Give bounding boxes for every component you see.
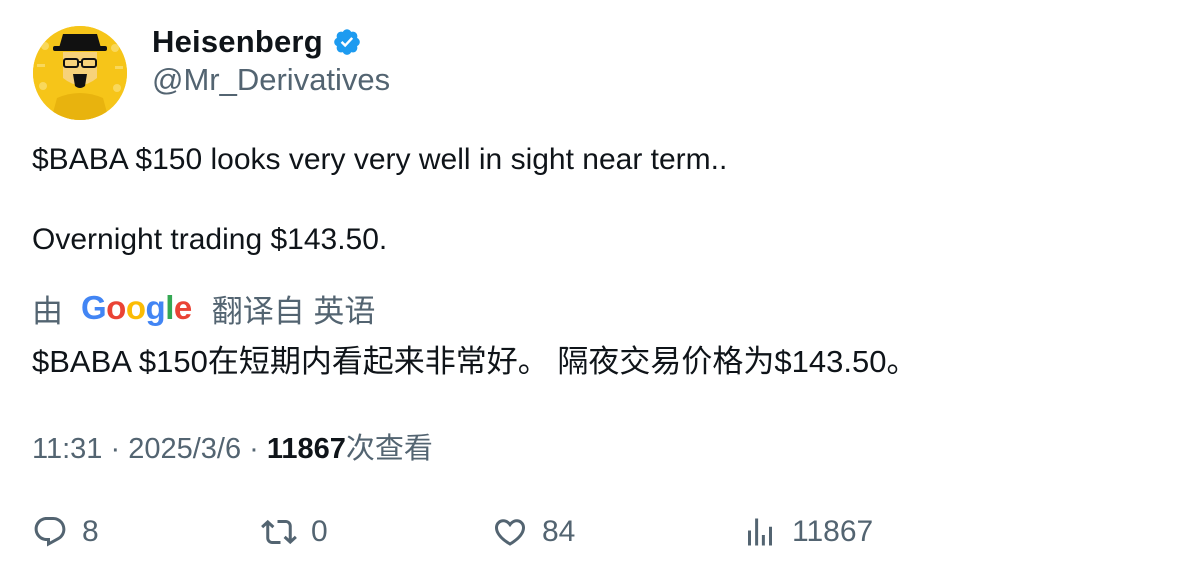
translation-prefix: 由 <box>32 293 63 329</box>
author-name-row: Heisenberg <box>152 22 362 62</box>
tweet-text-line-2: Overnight trading $143.50. <box>32 223 388 256</box>
verified-badge-icon[interactable] <box>332 27 362 57</box>
google-logo: Google <box>81 289 192 326</box>
tweet-time[interactable]: 11:31 <box>32 433 102 465</box>
meta-separator: · <box>241 433 267 465</box>
tweet-text-line-1: $BABA $150 looks very very well in sight… <box>32 143 728 176</box>
reply-icon <box>34 517 66 547</box>
display-name[interactable]: Heisenberg <box>152 24 323 60</box>
analytics-icon <box>748 518 772 546</box>
like-button[interactable]: 84 <box>492 510 575 554</box>
views-label: 次查看 <box>345 433 433 465</box>
heart-icon <box>494 519 526 546</box>
translation-suffix: 翻译自 英语 <box>211 293 376 329</box>
like-count: 84 <box>542 515 576 548</box>
avatar-illustration <box>33 26 127 120</box>
meta-separator: · <box>102 433 129 465</box>
tweet-card: Heisenberg @Mr_Derivatives $BABA $150 lo… <box>0 0 1196 578</box>
translation-attribution[interactable]: 由 Google 翻译自 英语 <box>32 288 376 329</box>
views-button[interactable]: 11867 <box>742 510 873 554</box>
views-action-count: 11867 <box>792 515 874 548</box>
reply-button[interactable]: 8 <box>32 510 99 554</box>
avatar[interactable] <box>33 26 127 120</box>
retweet-icon <box>261 519 297 545</box>
retweet-count: 0 <box>311 515 328 548</box>
reply-count: 8 <box>82 515 99 548</box>
translated-text: $BABA $150在短期内看起来非常好。 隔夜交易价格为$143.50。 <box>32 344 918 379</box>
views-count: 11867 <box>266 433 346 465</box>
tweet-meta: 11:31 · 2025/3/6 · 11867次查看 <box>32 425 433 467</box>
tweet-date[interactable]: 2025/3/6 <box>128 433 241 465</box>
author-handle[interactable]: @Mr_Derivatives <box>152 62 390 98</box>
retweet-button[interactable]: 0 <box>261 510 328 554</box>
